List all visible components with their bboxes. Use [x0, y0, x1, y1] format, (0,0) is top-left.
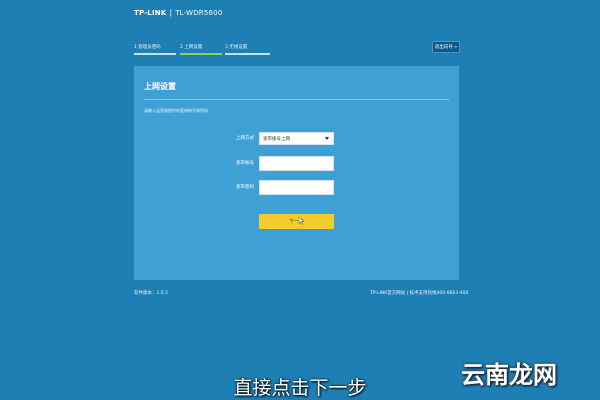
- broadband-password-input[interactable]: [259, 180, 334, 195]
- model-name: TL-WDR5600: [175, 9, 223, 17]
- brand-logo: TP-LINK | TL-WDR5600: [134, 9, 223, 17]
- next-button[interactable]: 下一步: [259, 214, 334, 229]
- step-1-bar: [134, 53, 176, 55]
- step-2-bar-active: [180, 53, 222, 55]
- exit-wizard-button[interactable]: 退出向导 »: [432, 41, 460, 53]
- step-3-label: 3 无线设置: [225, 45, 248, 50]
- connection-type-select[interactable]: 宽带拨号上网: [259, 132, 334, 145]
- brand-separator: |: [169, 9, 173, 17]
- brand-name: TP-LINK: [134, 9, 167, 17]
- footer-links[interactable]: TP-LINK官方网站 | 技术支持热线400-8863-400: [370, 290, 468, 296]
- panel-description: 请输入运营商提供的宽带帐号和密码: [144, 108, 208, 113]
- broadband-account-label: 宽带帐号: [236, 161, 254, 166]
- site-watermark: 云南龙网: [461, 361, 557, 389]
- step-2-label: 2 上网设置: [180, 45, 203, 50]
- step-3-bar: [225, 53, 270, 55]
- chevron-down-icon: [325, 137, 329, 140]
- internet-settings-panel: 上网设置 请输入运营商提供的宽带帐号和密码 上网方式 宽带拨号上网 宽带帐号 宽…: [134, 66, 459, 280]
- panel-divider: [144, 99, 449, 100]
- broadband-password-label: 宽带密码: [236, 185, 254, 190]
- hand-cursor-icon: [298, 217, 304, 225]
- connection-type-label: 上网方式: [236, 136, 254, 141]
- broadband-account-input[interactable]: [259, 156, 334, 171]
- panel-title: 上网设置: [144, 82, 176, 91]
- connection-type-value: 宽带拨号上网: [263, 136, 290, 142]
- software-version: 软件版本：1.0.5: [134, 291, 168, 296]
- step-1-label: 1 管理员密码: [134, 45, 161, 50]
- setup-steps: 1 管理员密码 2 上网设置 3 无线设置: [134, 44, 270, 56]
